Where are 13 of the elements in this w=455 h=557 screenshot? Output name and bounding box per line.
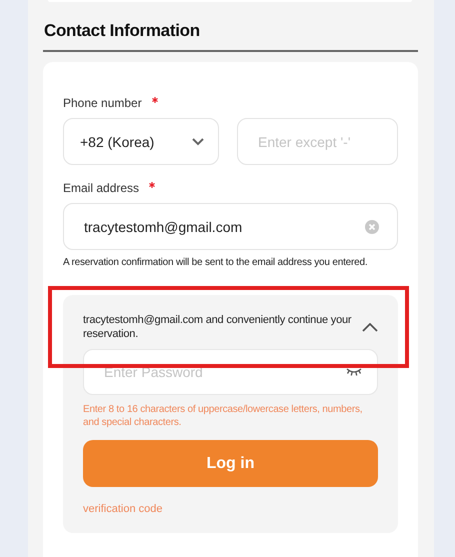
chevron-down-icon bbox=[192, 138, 204, 146]
field-label: Phone number bbox=[63, 96, 142, 110]
closed-eye-icon[interactable] bbox=[346, 368, 362, 376]
password-hint: Enter 8 to 16 characters of uppercase/lowercase letters, numbers, and special characters. bbox=[83, 403, 364, 429]
phone-field[interactable]: Enter except '-' bbox=[237, 118, 398, 165]
chevron-up-icon[interactable] bbox=[362, 322, 378, 332]
field-label: Email address bbox=[63, 181, 140, 195]
password-field[interactable]: Enter Password bbox=[83, 349, 378, 395]
section-title: Contact Information bbox=[43, 2, 418, 52]
email-field[interactable]: tracytestomh@gmail.com bbox=[63, 203, 398, 250]
email-note: A reservation confirmation will be sent to the email address you entered. bbox=[63, 257, 368, 268]
login-message: tracytestomh@gmail.com and conveniently continue your reservation. bbox=[83, 313, 352, 341]
country-select[interactable]: +82 (Korea) bbox=[63, 118, 219, 165]
